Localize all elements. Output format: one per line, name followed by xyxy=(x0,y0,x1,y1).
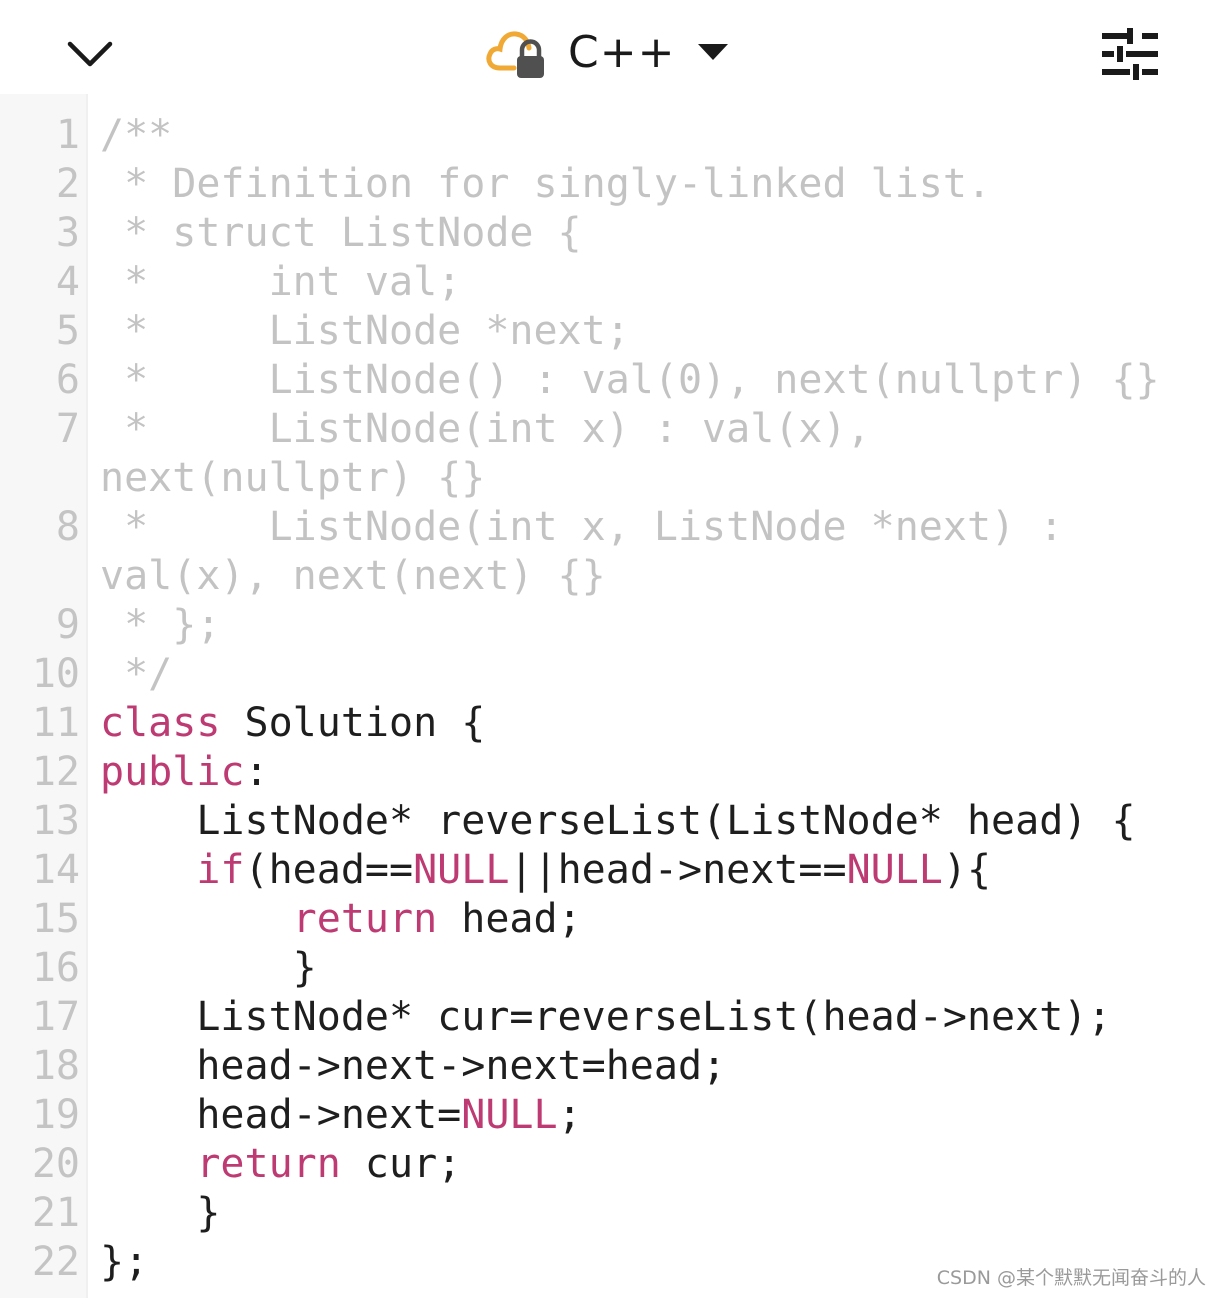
code-token: Solution { xyxy=(220,700,486,746)
line-number: 22 xyxy=(31,1239,80,1285)
code-comment: * }; xyxy=(100,602,221,648)
code-line[interactable]: } xyxy=(100,1189,220,1237)
code-token: head->next->next=head; xyxy=(100,1043,727,1089)
line-number: 1 xyxy=(55,112,80,158)
chevron-down-icon[interactable] xyxy=(64,34,116,74)
code-editor[interactable]: 1 2 3 4 5 6 7 8 9 10 11 12 13 14 15 16 17 18 19 20 21 22 /** … xyxy=(0,94,1220,1298)
code-line[interactable]: * struct ListNode { xyxy=(100,209,582,257)
code-line[interactable]: */ xyxy=(100,650,172,698)
code-line[interactable]: * ListNode(int x) : val(x), xyxy=(100,405,871,453)
code-comment: /** xyxy=(100,112,173,158)
line-number: 5 xyxy=(55,308,80,354)
code-keyword: public xyxy=(100,749,245,795)
line-number: 17 xyxy=(31,994,80,1040)
line-number: 6 xyxy=(55,357,80,403)
code-token: ListNode* reverseList(ListNode* head) { xyxy=(100,798,1136,844)
code-line[interactable]: * }; xyxy=(100,601,220,649)
code-line[interactable]: * ListNode() : val(0), next(nullptr) {} xyxy=(100,356,1160,404)
code-line[interactable]: return head; xyxy=(100,895,582,943)
line-number: 8 xyxy=(55,504,80,550)
code-keyword: return xyxy=(196,1141,341,1187)
line-number: 11 xyxy=(31,700,80,746)
code-line[interactable]: head->next->next=head; xyxy=(100,1042,726,1090)
line-number: 3 xyxy=(55,210,80,256)
code-token: cur; xyxy=(340,1141,462,1187)
code-keyword: NULL xyxy=(846,847,943,893)
watermark: CSDN @某个默默无闻奋斗的人 xyxy=(936,1267,1206,1289)
code-line[interactable]: * ListNode *next; xyxy=(100,307,630,355)
code-comment: * ListNode(int x, ListNode *next) : xyxy=(100,504,1064,550)
line-number: 16 xyxy=(31,945,80,991)
code-line[interactable]: class Solution { xyxy=(100,699,485,747)
code-comment: * Definition for singly-linked list. xyxy=(100,161,992,207)
code-token: : xyxy=(244,749,269,795)
caret-down-icon xyxy=(698,44,729,60)
code-line[interactable]: * Definition for singly-linked list. xyxy=(100,160,991,208)
line-number: 21 xyxy=(31,1190,80,1236)
code-comment: next(nullptr) {} xyxy=(100,455,486,501)
code-token: ||head->next== xyxy=(509,847,847,893)
code-comment: * ListNode(int x) : val(x), xyxy=(100,406,871,452)
line-number: 9 xyxy=(55,602,80,648)
line-number: 7 xyxy=(55,406,80,452)
line-number: 19 xyxy=(31,1092,80,1138)
code-line[interactable]: } xyxy=(100,944,317,992)
code-keyword: class xyxy=(100,700,221,746)
code-line[interactable]: ListNode* cur=reverseList(head->next); xyxy=(100,993,1111,1041)
code-token: } xyxy=(100,1190,221,1236)
code-keyword: if xyxy=(196,847,245,893)
code-comment: * int val; xyxy=(100,259,462,305)
cloud-lock-icon xyxy=(486,31,544,78)
code-line[interactable]: val(x), next(next) {} xyxy=(100,552,606,600)
line-number: 12 xyxy=(31,749,80,795)
line-number: 4 xyxy=(55,259,80,305)
line-number: 18 xyxy=(31,1043,80,1089)
line-number: 2 xyxy=(55,161,80,207)
code-line[interactable]: }; xyxy=(100,1238,148,1286)
code-token: ){ xyxy=(942,847,992,893)
code-line[interactable]: next(nullptr) {} xyxy=(100,454,485,502)
line-number-gutter: 1 2 3 4 5 6 7 8 9 10 11 12 13 14 15 16 17 18 19 20 21 22 xyxy=(0,94,88,1298)
code-line[interactable]: return cur; xyxy=(100,1140,461,1188)
code-line[interactable]: /** xyxy=(100,111,172,159)
code-line[interactable]: if(head==NULL||head->next==NULL){ xyxy=(100,846,991,894)
code-comment: */ xyxy=(100,651,173,697)
code-line[interactable]: public: xyxy=(100,748,269,796)
code-keyword: NULL xyxy=(461,1092,558,1138)
sliders-icon[interactable] xyxy=(1100,26,1160,82)
code-token: } xyxy=(100,945,317,991)
code-keyword: NULL xyxy=(413,847,510,893)
language-selector[interactable]: C++ xyxy=(484,24,729,80)
editor-toolbar: C++ xyxy=(0,0,1220,94)
code-token: ; xyxy=(557,1092,582,1138)
code-comment: val(x), next(next) {} xyxy=(100,553,606,599)
code-comment: * struct ListNode { xyxy=(100,210,582,256)
code-keyword: return xyxy=(292,896,438,942)
code-line[interactable]: head->next=NULL; xyxy=(100,1091,582,1139)
line-number: 20 xyxy=(31,1141,80,1187)
code-line[interactable]: ListNode* reverseList(ListNode* head) { xyxy=(100,797,1136,845)
code-line[interactable]: * int val; xyxy=(100,258,461,306)
code-comment: * ListNode *next; xyxy=(100,308,630,354)
code-token: head; xyxy=(437,896,582,942)
code-token: head->next= xyxy=(100,1092,462,1138)
code-token: ListNode* cur=reverseList(head->next); xyxy=(100,994,1112,1040)
code-token: }; xyxy=(100,1239,149,1285)
code-line[interactable]: * ListNode(int x, ListNode *next) : xyxy=(100,503,1063,551)
language-label: C++ xyxy=(568,26,676,78)
line-number: 14 xyxy=(31,847,80,893)
line-number: 10 xyxy=(31,651,80,697)
line-number: 13 xyxy=(31,798,80,844)
code-token: (head== xyxy=(244,847,414,893)
code-comment: * ListNode() : val(0), next(nullptr) {} xyxy=(100,357,1160,403)
line-number: 15 xyxy=(31,896,80,942)
